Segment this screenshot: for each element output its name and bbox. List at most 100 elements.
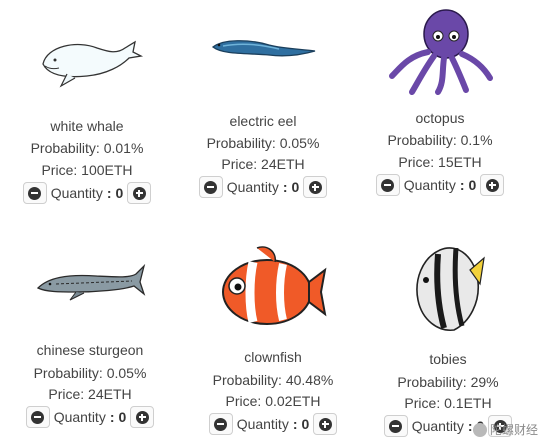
price-text: Price: 15ETH — [350, 154, 530, 171]
price-text: Price: 24ETH — [0, 386, 180, 403]
item-name: clownfish — [244, 349, 302, 365]
probability-text: Probability: 0.1% — [350, 132, 530, 149]
price-label: Price: — [404, 395, 445, 411]
decrease-quantity-button[interactable] — [198, 176, 223, 198]
quantity-stepper: Quantity : 0 — [0, 404, 180, 430]
minus-circle-icon — [214, 417, 228, 431]
price-text: Price: 0.1ETH — [358, 395, 538, 412]
quantity-label: Quantity — [50, 185, 103, 201]
watermark-text: 陀螺财经 — [489, 423, 538, 437]
increase-quantity-button[interactable] — [130, 406, 155, 428]
price-label: Price: — [48, 386, 89, 402]
quantity-stepper: Quantity : 0 — [173, 174, 353, 200]
decrease-quantity-button[interactable] — [383, 415, 408, 437]
probability-value: 0.05% — [279, 135, 320, 151]
price-label: Price: — [221, 156, 262, 172]
item-card-octopus: octopus Probability: 0.1% Price: 15ETH Q… — [350, 0, 530, 210]
decrease-quantity-button[interactable] — [25, 406, 50, 428]
quantity-label: Quantity — [226, 179, 279, 195]
quantity-value: 0 — [118, 409, 127, 425]
probability-label: Probability: — [397, 374, 471, 390]
price-value: 100ETH — [81, 162, 133, 178]
clownfish-image — [222, 246, 327, 325]
item-card-clownfish: clownfish Probability: 40.48% Price: 0.0… — [183, 220, 363, 442]
chinese-sturgeon-image — [36, 264, 146, 301]
plus-circle-icon — [308, 180, 322, 194]
quantity-separator: : — [106, 185, 112, 201]
quantity-label: Quantity — [411, 418, 464, 434]
minus-circle-icon — [389, 419, 403, 433]
decrease-quantity-button[interactable] — [22, 182, 47, 204]
item-name: tobies — [429, 351, 467, 367]
price-value: 0.02ETH — [265, 393, 321, 409]
price-value: 15ETH — [438, 154, 482, 170]
probability-label: Probability: — [33, 365, 107, 381]
price-text: Price: 0.02ETH — [183, 393, 363, 410]
price-value: 24ETH — [88, 386, 132, 402]
minus-circle-icon — [381, 178, 395, 192]
price-text: Price: 24ETH — [173, 156, 353, 173]
quantity-stepper: Quantity : 0 — [350, 172, 530, 198]
quantity-separator: : — [459, 177, 465, 193]
increase-quantity-button[interactable] — [303, 176, 328, 198]
quantity-separator: : — [109, 409, 115, 425]
price-value: 0.1ETH — [444, 395, 492, 411]
quantity-value: 0 — [291, 179, 300, 195]
quantity-value: 0 — [468, 177, 477, 193]
increase-quantity-button[interactable] — [127, 182, 152, 204]
item-name: octopus — [415, 110, 465, 126]
quantity-label: Quantity — [403, 177, 456, 193]
item-name: electric eel — [229, 113, 297, 129]
probability-value: 0.1% — [460, 132, 493, 148]
quantity-value: 0 — [301, 416, 310, 432]
increase-quantity-button[interactable] — [313, 413, 338, 435]
probability-text: Probability: 29% — [358, 374, 538, 391]
increase-quantity-button[interactable] — [480, 174, 505, 196]
quantity-separator: : — [282, 179, 288, 195]
probability-value: 29% — [470, 374, 499, 390]
probability-label: Probability: — [206, 135, 280, 151]
minus-circle-icon — [31, 410, 45, 424]
item-name: chinese sturgeon — [36, 342, 144, 358]
quantity-label: Quantity — [53, 409, 106, 425]
plus-circle-icon — [132, 186, 146, 200]
quantity-stepper: Quantity : 0 — [183, 411, 363, 437]
plus-circle-icon — [485, 178, 499, 192]
probability-label: Probability: — [387, 132, 461, 148]
white-whale-image — [42, 40, 144, 88]
item-name: white whale — [50, 118, 124, 134]
probability-label: Probability: — [212, 372, 286, 388]
price-label: Price: — [225, 393, 266, 409]
probability-value: 0.01% — [103, 140, 144, 156]
tobies-image — [416, 247, 485, 331]
minus-circle-icon — [204, 180, 218, 194]
quantity-value: 0 — [115, 185, 124, 201]
plus-circle-icon — [135, 410, 149, 424]
probability-value: 0.05% — [106, 365, 147, 381]
quantity-separator: : — [292, 416, 298, 432]
watermark: 陀螺财经 — [472, 421, 538, 438]
quantity-label: Quantity — [236, 416, 289, 432]
price-label: Price: — [41, 162, 82, 178]
price-label: Price: — [398, 154, 439, 170]
electric-eel-image — [211, 40, 316, 57]
price-value: 24ETH — [261, 156, 305, 172]
quantity-stepper: Quantity : 0 — [0, 180, 177, 206]
watermark-logo-icon — [472, 422, 487, 437]
decrease-quantity-button[interactable] — [375, 174, 400, 196]
quantity-separator: : — [467, 418, 473, 434]
probability-text: Probability: 0.05% — [173, 135, 353, 152]
decrease-quantity-button[interactable] — [208, 413, 233, 435]
plus-circle-icon — [318, 417, 332, 431]
octopus-image — [389, 9, 493, 95]
price-text: Price: 100ETH — [0, 162, 177, 179]
item-card-chinese-sturgeon: chinese sturgeon Probability: 0.05% Pric… — [0, 220, 180, 442]
probability-label: Probability: — [30, 140, 104, 156]
probability-text: Probability: 0.01% — [0, 140, 177, 157]
probability-value: 40.48% — [285, 372, 334, 388]
probability-text: Probability: 40.48% — [183, 372, 363, 389]
item-card-white-whale: white whale Probability: 0.01% Price: 10… — [0, 0, 177, 210]
minus-circle-icon — [28, 186, 42, 200]
item-card-tobies: tobies Probability: 29% Price: 0.1ETH Qu… — [358, 220, 538, 442]
probability-text: Probability: 0.05% — [0, 365, 180, 382]
